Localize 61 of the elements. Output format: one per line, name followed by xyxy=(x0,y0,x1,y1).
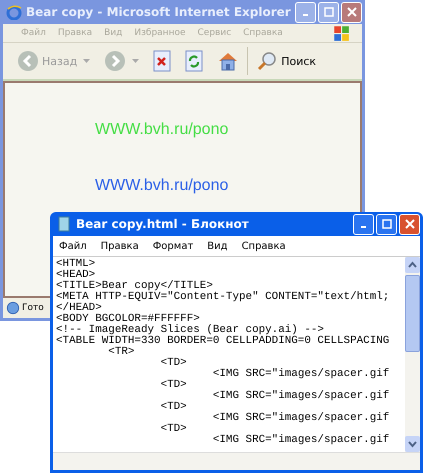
window-title: Bear copy - Microsoft Internet Explorer xyxy=(26,5,291,19)
search-button[interactable]: Поиск xyxy=(256,50,316,72)
code-line: <TR> xyxy=(107,347,136,358)
forward-button-icon[interactable] xyxy=(104,50,126,72)
close-button[interactable] xyxy=(399,214,420,234)
menu-item[interactable]: Формат xyxy=(152,240,194,252)
menu-item[interactable]: Вид xyxy=(207,240,228,252)
menu-item[interactable]: Сервис xyxy=(198,28,232,38)
menu-item[interactable]: Вид xyxy=(104,28,122,38)
close-icon xyxy=(346,7,356,17)
code-line: <META HTTP-EQUIV="Content-Type" CONTENT="text/html; xyxy=(56,292,390,303)
page-text: WWW.bvh.ru/pono xyxy=(95,121,230,139)
back-button[interactable]: Назад xyxy=(17,50,78,72)
code-line: <TABLE WIDTH=330 BORDER=0 CELLPADDING=0 CELLSPACING xyxy=(56,336,390,347)
menu-item[interactable]: Файл xyxy=(21,28,46,38)
menu-item[interactable]: Правка xyxy=(100,240,139,252)
code-line: <TD> xyxy=(160,358,188,369)
search-icon xyxy=(256,50,278,72)
code-line: <TD> xyxy=(160,380,188,391)
scroll-down-icon[interactable] xyxy=(405,436,420,452)
code-line: <IMG SRC="images/spacer.gif xyxy=(212,391,390,402)
stop-icon[interactable] xyxy=(153,50,172,72)
code-line: <HEAD> xyxy=(56,270,96,281)
notepad-icon xyxy=(56,216,72,232)
code-line: <IMG SRC="images/spacer.gif xyxy=(212,435,390,446)
close-button[interactable] xyxy=(341,2,362,22)
status-text: Гото xyxy=(22,303,44,313)
code-line: <HTML> xyxy=(56,259,96,270)
page-text: WWW.bvh.ru/pono xyxy=(95,177,230,195)
maximize-icon xyxy=(382,219,392,229)
maximize-icon xyxy=(324,7,334,17)
menu-item[interactable]: Справка xyxy=(243,28,283,38)
code-line: <BODY BGCOLOR=#FFFFFF> xyxy=(56,314,201,325)
menu-item[interactable]: Избранное xyxy=(134,28,186,38)
minimize-button[interactable] xyxy=(353,214,374,234)
minimize-button[interactable] xyxy=(295,2,316,22)
home-icon[interactable] xyxy=(217,50,240,72)
code-line: <IMG SRC="images/spacer.gif xyxy=(212,369,390,380)
maximize-button[interactable] xyxy=(376,214,397,234)
dropdown-arrow-icon[interactable] xyxy=(132,59,140,63)
dropdown-arrow-icon[interactable] xyxy=(83,59,90,63)
maximize-button[interactable] xyxy=(318,2,339,22)
code-line: <IMG SRC="images/spacer.gif xyxy=(212,413,390,424)
code-line: <TD> xyxy=(160,424,188,435)
scroll-up-icon[interactable] xyxy=(405,257,420,273)
window-title: Bear copy.html - Блокнот xyxy=(76,217,249,231)
vertical-scrollbar[interactable] xyxy=(405,257,420,452)
refresh-icon[interactable] xyxy=(185,50,204,72)
code-line: <TD> xyxy=(160,402,188,413)
horizontal-scrollbar[interactable] xyxy=(53,452,420,470)
windows-flag-icon xyxy=(332,24,350,42)
scroll-thumb[interactable] xyxy=(405,275,420,352)
menu-item[interactable]: Справка xyxy=(242,240,286,252)
code-line: <TITLE>Bear copy</TITLE> xyxy=(56,281,213,292)
page-icon xyxy=(6,301,20,315)
code-line: </HEAD> xyxy=(56,303,102,314)
browser-logo-icon xyxy=(6,4,22,20)
menu-item[interactable]: Правка xyxy=(58,28,92,38)
code-line: <!-- ImageReady Slices (Bear copy.ai) --> xyxy=(56,325,324,336)
close-icon xyxy=(404,219,414,229)
menu-item[interactable]: Файл xyxy=(59,240,87,252)
